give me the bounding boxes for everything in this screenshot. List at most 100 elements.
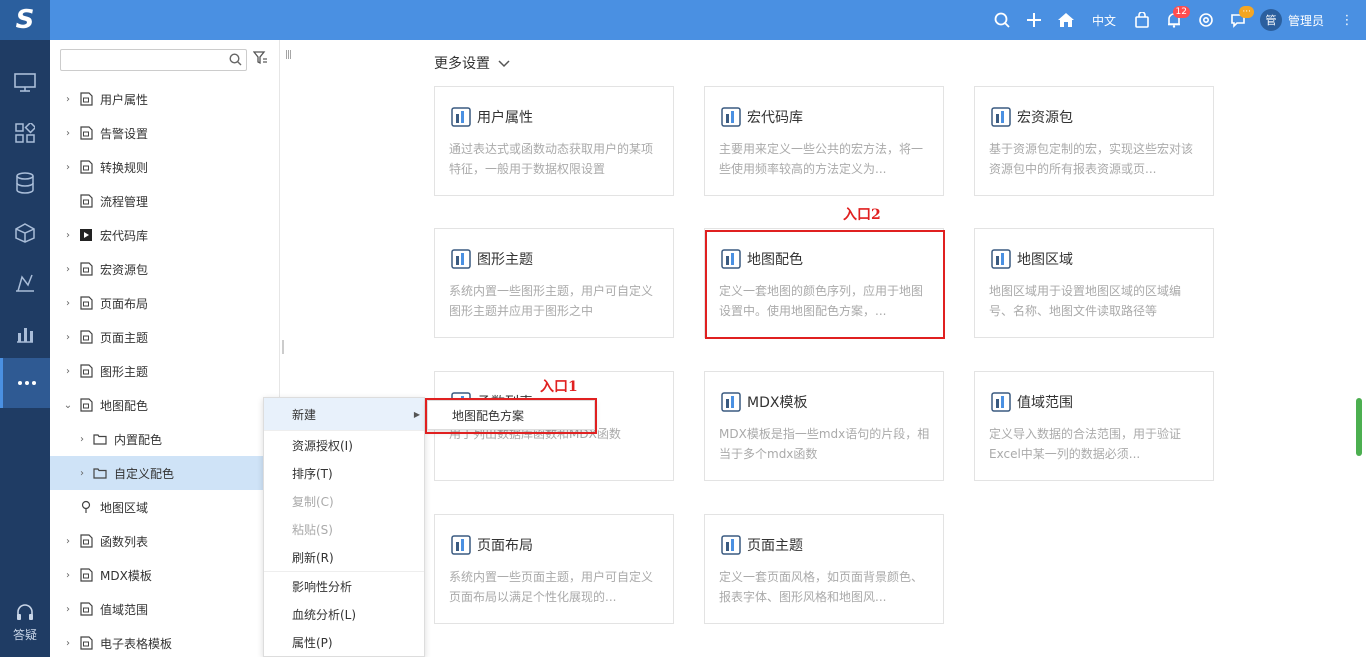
mdx-icon (78, 567, 94, 583)
tree-node-label: 地图区域 (100, 500, 149, 515)
settings-card[interactable]: 宏资源包 基于资源包定制的宏，实现这些宏对该资源包中的所有报表资源或页... (974, 86, 1214, 196)
context-menu-item[interactable]: 刷新(R) (264, 543, 424, 571)
settings-card[interactable]: MDX模板 MDX模板是指一些mdx语句的片段，相当于多个mdx函数 (704, 371, 944, 481)
settings-card[interactable]: 页面主题 定义一套页面风格，如页面背景颜色、报表字体、图形风格和地图风... (704, 514, 944, 624)
context-menu-item[interactable]: 影响性分析 (264, 572, 424, 600)
rail-database-icon[interactable] (0, 158, 50, 208)
card-title: 用户属性 (477, 110, 533, 126)
rail-chart-icon[interactable] (0, 308, 50, 358)
more-settings-header[interactable]: 更多设置 (434, 53, 510, 73)
settings-card[interactable]: 图形主题 系统内置一些图形主题，用户可自定义图形主题并应用于图形之中 (434, 228, 674, 338)
caret-right-icon[interactable]: › (62, 94, 74, 105)
convert-icon (78, 159, 94, 175)
folder-icon (92, 431, 108, 447)
tree-search-input[interactable] (60, 49, 247, 71)
tree-node-label: 页面布局 (100, 296, 149, 311)
tree-node[interactable]: › 电子表格模板 (50, 626, 280, 657)
context-menu-item[interactable]: 血统分析(L) (264, 600, 424, 628)
username[interactable]: 管理员 (1288, 12, 1324, 29)
menu-item-label: 资源授权(I) (292, 438, 353, 453)
caret-right-icon[interactable]: › (76, 468, 88, 479)
tree-node[interactable]: 地图区域 (50, 490, 280, 524)
rail-cube-icon[interactable] (0, 208, 50, 258)
settings-icon[interactable] (1190, 0, 1222, 40)
tree-node[interactable]: › 图形主题 (50, 354, 280, 388)
tree-node[interactable]: › 页面布局 (50, 286, 280, 320)
caret-right-icon[interactable]: › (62, 128, 74, 139)
home-icon[interactable] (1050, 0, 1082, 40)
theme-icon (78, 329, 94, 345)
tree-node[interactable]: › 函数列表 (50, 524, 280, 558)
rail-analysis-icon[interactable] (0, 258, 50, 308)
splitter-handle[interactable]: ||| (285, 50, 292, 60)
card-title: 值域范围 (1017, 395, 1073, 411)
tree-node[interactable]: › 内置配色 (50, 422, 280, 456)
more-settings-label: 更多设置 (434, 56, 490, 72)
tree-node[interactable]: › 页面主题 (50, 320, 280, 354)
more-vertical-icon[interactable]: ⋮ (1338, 13, 1356, 28)
splitter-bar[interactable] (282, 340, 284, 354)
flow-icon (78, 193, 94, 209)
context-menu-item[interactable]: 排序(T) (264, 459, 424, 487)
settings-card[interactable]: 页面布局 系统内置一些页面主题，用户可自定义页面布局以满足个性化展现的... (434, 514, 674, 624)
caret-right-icon[interactable]: › (62, 298, 74, 309)
caret-right-icon[interactable]: › (62, 604, 74, 615)
app-logo[interactable]: S (0, 0, 50, 40)
settings-card[interactable]: 地图区域 地图区域用于设置地图区域的区域编号、名称、地图文件读取路径等 (974, 228, 1214, 338)
tree-node-label: 页面主题 (100, 330, 149, 345)
tree-node[interactable]: › 值域范围 (50, 592, 280, 626)
tree-node[interactable]: › 自定义配色 (50, 456, 280, 490)
rail-apps-icon[interactable] (0, 108, 50, 158)
rail-more-icon[interactable] (0, 358, 50, 408)
help-label: 答疑 (12, 628, 37, 642)
bell-icon[interactable]: 12 (1158, 0, 1190, 40)
map-color-icon (78, 397, 94, 413)
caret-right-icon[interactable]: › (62, 570, 74, 581)
card-title: 页面主题 (747, 538, 803, 554)
caret-right-icon[interactable]: › (62, 638, 74, 649)
tree-node[interactable]: › 转换规则 (50, 150, 280, 184)
avatar[interactable]: 管 (1259, 9, 1282, 31)
tree-node[interactable]: 流程管理 (50, 184, 280, 218)
tree-node[interactable]: › 宏资源包 (50, 252, 280, 286)
caret-down-icon[interactable]: ⌄ (62, 400, 74, 411)
caret-right-icon[interactable]: › (62, 162, 74, 173)
tree-node[interactable]: › 用户属性 (50, 82, 280, 116)
caret-right-icon[interactable]: › (76, 434, 88, 445)
caret-right-icon[interactable]: › (62, 366, 74, 377)
chat-badge: ··· (1239, 6, 1254, 18)
caret-right-icon[interactable]: › (62, 332, 74, 343)
bag-icon[interactable] (1126, 0, 1158, 40)
rail-monitor-icon[interactable] (0, 58, 50, 108)
context-menu-item[interactable]: 资源授权(I) (264, 431, 424, 459)
context-menu-item[interactable]: 新建 ▶ (264, 398, 424, 430)
tree-node[interactable]: › 告警设置 (50, 116, 280, 150)
annotation-entry2: 入口2 (843, 207, 881, 223)
tree-node[interactable]: › MDX模板 (50, 558, 280, 592)
caret-right-icon[interactable]: › (62, 536, 74, 547)
tree-node-label: 流程管理 (100, 194, 149, 209)
settings-card[interactable]: 宏代码库 主要用来定义一些公共的宏方法，将一些使用频率较高的方法定义为... (704, 86, 944, 196)
caret-right-icon[interactable]: › (62, 264, 74, 275)
tree-node-label: 宏资源包 (100, 262, 149, 277)
language-switch[interactable]: 中文 (1082, 0, 1126, 40)
chat-icon[interactable]: ··· (1222, 0, 1254, 40)
rail-help[interactable]: 答疑 (0, 603, 50, 643)
caret-right-icon[interactable]: › (62, 230, 74, 241)
chart-theme-icon (78, 363, 94, 379)
range-icon (78, 601, 94, 617)
context-menu-item[interactable]: 属性(P) (264, 628, 424, 656)
top-bar: S 中文 12 ··· 管 管理员 ⋮ (0, 0, 1366, 40)
settings-card[interactable]: 用户属性 通过表达式或函数动态获取用户的某项特征，一般用于数据权限设置 (434, 86, 674, 196)
search-icon[interactable] (986, 0, 1018, 40)
tree-node[interactable]: › 宏代码库 (50, 218, 280, 252)
card-description: 系统内置一些页面主题，用户可自定义页面布局以满足个性化展现的... (449, 570, 654, 604)
settings-card[interactable]: 值域范围 定义导入数据的合法范围，用于验证Excel中某一列的数据必须... (974, 371, 1214, 481)
search-icon[interactable] (229, 53, 242, 70)
sheet-icon (78, 635, 94, 651)
filter-icon[interactable] (252, 51, 267, 69)
tree-node[interactable]: ⌄ 地图配色 (50, 388, 280, 422)
add-icon[interactable] (1018, 0, 1050, 40)
scrollbar-thumb[interactable] (1356, 398, 1362, 456)
user-info-icon (449, 105, 473, 129)
